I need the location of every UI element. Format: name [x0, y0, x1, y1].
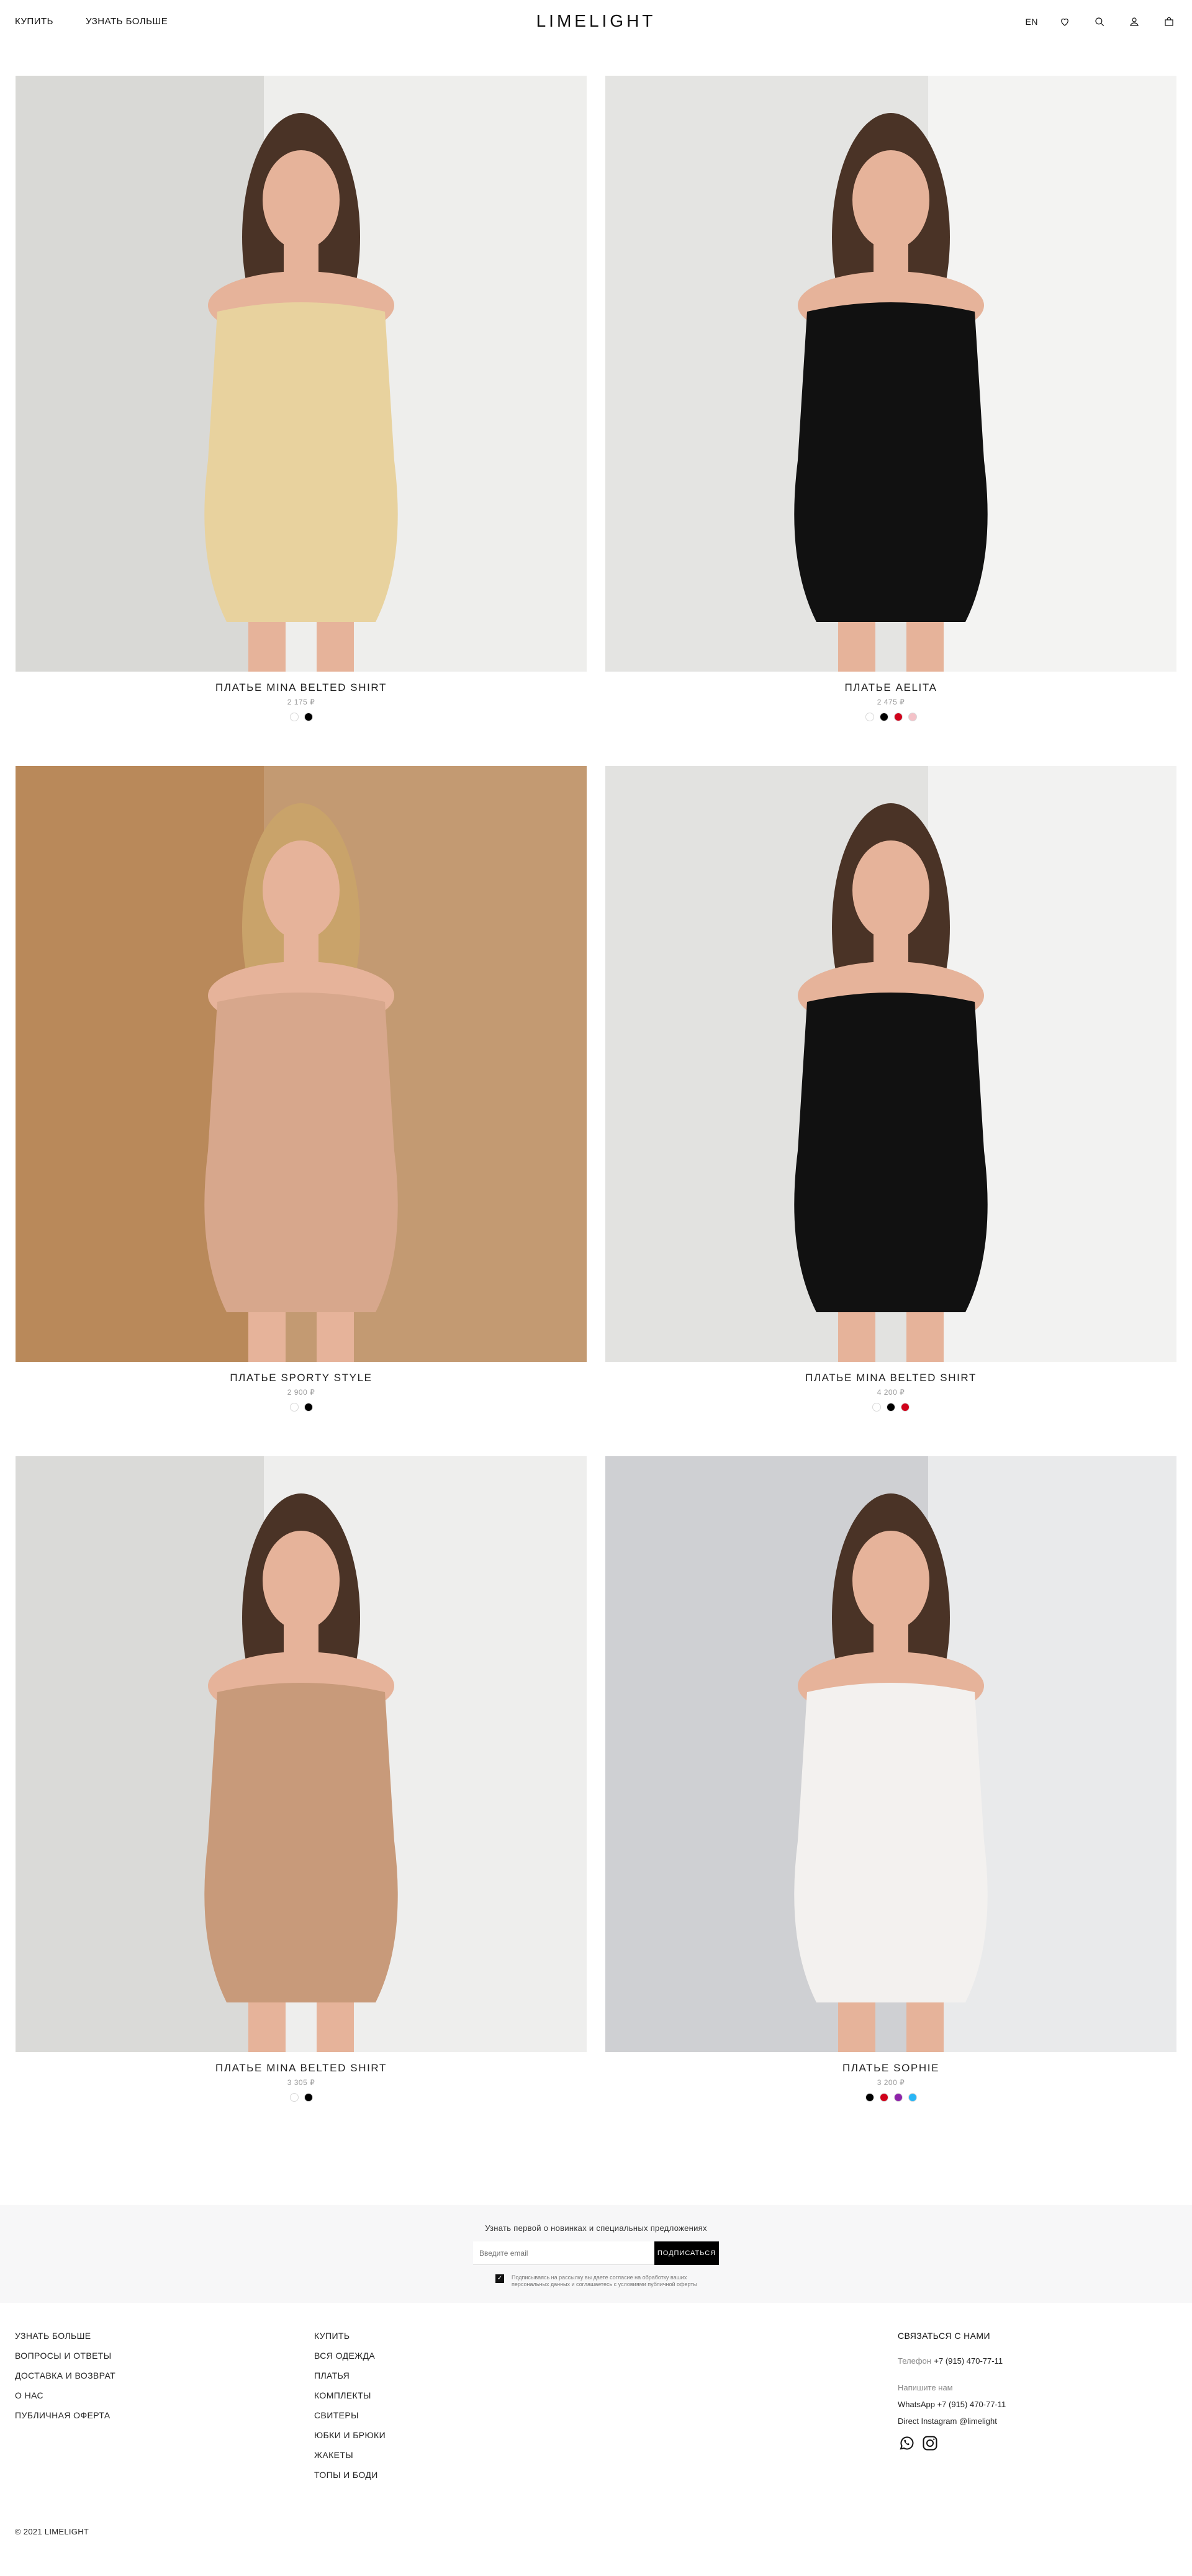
product-title[interactable]: ПЛАТЬЕ AELITA: [605, 682, 1176, 694]
footer-link-tops[interactable]: ТОПЫ И БОДИ: [314, 2470, 386, 2480]
product-title[interactable]: ПЛАТЬЕ SPORTY STYLE: [16, 1372, 587, 1384]
product-price: 3 200 ₽: [877, 2078, 905, 2087]
color-swatch[interactable]: [865, 2093, 874, 2102]
contact-heading: СВЯЗАТЬСЯ С НАМИ: [898, 2331, 990, 2341]
contact-phone-row: Телефон +7 (915) 470-77-11: [898, 2356, 1006, 2367]
consent-checkbox[interactable]: ✓: [495, 2274, 504, 2283]
footer-link-skirts-pants[interactable]: ЮБКИ И БРЮКИ: [314, 2431, 386, 2440]
footer-link-all-clothes[interactable]: ВСЯ ОДЕЖДА: [314, 2351, 386, 2361]
copyright: © 2021 LIMELIGHT: [15, 2527, 89, 2536]
site-header: КУПИТЬ УЗНАТЬ БОЛЬШЕ LIMELIGHT EN: [0, 0, 1192, 45]
bag-icon[interactable]: [1161, 14, 1177, 30]
color-swatch[interactable]: [893, 2093, 903, 2102]
newsletter-title: Узнать первой о новинках и специальных п…: [485, 2223, 707, 2233]
footer-link-jackets[interactable]: ЖАКЕТЫ: [314, 2451, 386, 2460]
color-swatch[interactable]: [289, 1403, 299, 1412]
footer-link-sets[interactable]: КОМПЛЕКТЫ: [314, 2391, 386, 2400]
color-swatches: [605, 713, 1176, 721]
site-footer: УЗНАТЬ БОЛЬШЕ ВОПРОСЫ И ОТВЕТЫ ДОСТАВКА …: [0, 2303, 1192, 2576]
product-photo[interactable]: [605, 76, 1176, 672]
color-swatch[interactable]: [304, 2093, 313, 2102]
product-price: 2 900 ₽: [287, 1388, 315, 1397]
whatsapp-link[interactable]: WhatsApp +7 (915) 470-77-11: [898, 2400, 1006, 2409]
newsletter-form: ПОДПИСАТЬСЯ: [473, 2241, 719, 2265]
color-swatch[interactable]: [879, 2093, 888, 2102]
instagram-link[interactable]: Direct Instagram @limelight: [898, 2416, 1006, 2426]
color-swatch[interactable]: [893, 713, 903, 721]
product-price: 2 475 ₽: [877, 698, 905, 706]
footer-link-dresses[interactable]: ПЛАТЬЯ: [314, 2371, 386, 2380]
color-swatches: [605, 1403, 1176, 1412]
product-photo[interactable]: [16, 766, 587, 1362]
footer-link-buy[interactable]: КУПИТЬ: [314, 2331, 386, 2341]
product-photo[interactable]: [16, 76, 587, 672]
product-price: 2 175 ₽: [287, 698, 315, 706]
color-swatches: [16, 1403, 587, 1412]
color-swatch[interactable]: [908, 2093, 917, 2102]
color-swatch[interactable]: [908, 713, 917, 721]
product-photo[interactable]: [16, 1456, 587, 2052]
site-logo[interactable]: LIMELIGHT: [0, 11, 1192, 31]
newsletter-section: Узнать первой о новинках и специальных п…: [0, 2205, 1192, 2303]
product-card[interactable]: ПЛАТЬЕ MINA BELTED SHIRT 2 175 ₽: [16, 76, 587, 721]
footer-link-offer[interactable]: ПУБЛИЧНАЯ ОФЕРТА: [15, 2411, 115, 2420]
subscribe-button[interactable]: ПОДПИСАТЬСЯ: [654, 2241, 719, 2265]
color-swatch[interactable]: [289, 2093, 299, 2102]
product-photo[interactable]: [605, 766, 1176, 1362]
footer-contact: СВЯЗАТЬСЯ С НАМИ Телефон +7 (915) 470-77…: [898, 2331, 1006, 2452]
product-title[interactable]: ПЛАТЬЕ SOPHIE: [605, 2062, 1176, 2074]
color-swatches: [605, 2093, 1176, 2102]
product-card[interactable]: ПЛАТЬЕ MINA BELTED SHIRT 4 200 ₽: [605, 766, 1176, 1412]
footer-link-about[interactable]: О НАС: [15, 2391, 115, 2400]
instagram-icon[interactable]: [921, 2434, 939, 2452]
write-label: Напишите нам: [898, 2383, 953, 2392]
color-swatch[interactable]: [901, 1403, 910, 1412]
phone-label: Телефон: [898, 2356, 931, 2366]
product-card[interactable]: ПЛАТЬЕ AELITA 2 475 ₽: [605, 76, 1176, 721]
product-price: 3 305 ₽: [287, 2078, 315, 2087]
product-card[interactable]: ПЛАТЬЕ SPORTY STYLE 2 900 ₽: [16, 766, 587, 1412]
user-icon[interactable]: [1126, 14, 1142, 30]
whatsapp-icon[interactable]: [898, 2434, 915, 2452]
consent-row: ✓ Подписываясь на рассылку вы даете согл…: [495, 2274, 716, 2288]
email-input[interactable]: [473, 2241, 654, 2265]
product-title[interactable]: ПЛАТЬЕ MINA BELTED SHIRT: [16, 682, 587, 694]
product-photo[interactable]: [605, 1456, 1176, 2052]
color-swatches: [16, 713, 587, 721]
heart-icon[interactable]: [1057, 14, 1073, 30]
color-swatch[interactable]: [872, 1403, 881, 1412]
header-actions: EN: [1026, 14, 1177, 30]
footer-link-faq[interactable]: ВОПРОСЫ И ОТВЕТЫ: [15, 2351, 115, 2361]
language-switch[interactable]: EN: [1026, 17, 1038, 27]
search-icon[interactable]: [1091, 14, 1108, 30]
phone-number[interactable]: +7 (915) 470-77-11: [934, 2356, 1003, 2366]
color-swatch[interactable]: [887, 1403, 895, 1412]
footer-link-delivery[interactable]: ДОСТАВКА И ВОЗВРАТ: [15, 2371, 115, 2380]
consent-text: Подписываясь на рассылку вы даете соглас…: [512, 2274, 697, 2287]
product-grid: ПЛАТЬЕ MINA BELTED SHIRT 2 175 ₽ ПЛАТЬЕ …: [16, 76, 1176, 2102]
color-swatch[interactable]: [879, 713, 888, 721]
footer-shop-links: КУПИТЬ ВСЯ ОДЕЖДА ПЛАТЬЯ КОМПЛЕКТЫ СВИТЕ…: [314, 2331, 386, 2490]
product-price: 4 200 ₽: [877, 1388, 905, 1397]
product-card[interactable]: ПЛАТЬЕ MINA BELTED SHIRT 3 305 ₽: [16, 1456, 587, 2102]
footer-link-sweaters[interactable]: СВИТЕРЫ: [314, 2411, 386, 2420]
color-swatches: [16, 2093, 587, 2102]
color-swatch[interactable]: [865, 713, 874, 721]
color-swatch[interactable]: [289, 713, 299, 721]
product-card[interactable]: ПЛАТЬЕ SOPHIE 3 200 ₽: [605, 1456, 1176, 2102]
color-swatch[interactable]: [304, 713, 313, 721]
color-swatch[interactable]: [304, 1403, 313, 1412]
footer-link-learn-more[interactable]: УЗНАТЬ БОЛЬШЕ: [15, 2331, 115, 2341]
footer-info-links: УЗНАТЬ БОЛЬШЕ ВОПРОСЫ И ОТВЕТЫ ДОСТАВКА …: [15, 2331, 115, 2431]
product-title[interactable]: ПЛАТЬЕ MINA BELTED SHIRT: [605, 1372, 1176, 1384]
product-title[interactable]: ПЛАТЬЕ MINA BELTED SHIRT: [16, 2062, 587, 2074]
social-icons: [898, 2434, 1006, 2452]
